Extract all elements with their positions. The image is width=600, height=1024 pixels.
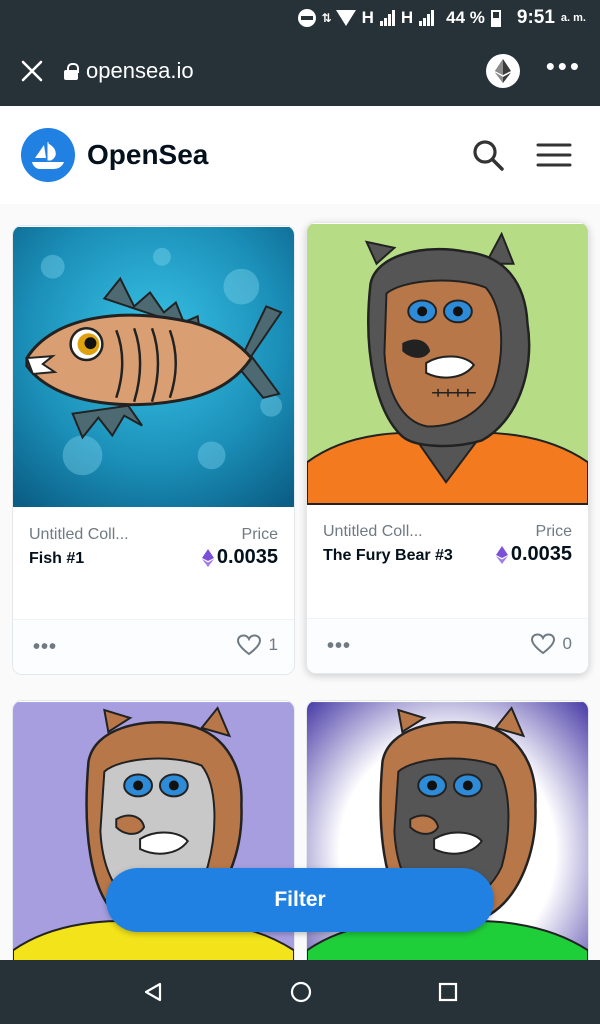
- more-icon[interactable]: •••: [546, 53, 582, 81]
- signal-icon-1: [379, 10, 395, 26]
- card-footer: ••• 0: [307, 618, 588, 673]
- back-icon[interactable]: [142, 981, 164, 1003]
- card-footer: ••• 1: [13, 619, 294, 674]
- nft-card[interactable]: Untitled Coll... The Fury Bear #3 Price …: [306, 222, 589, 674]
- nft-name[interactable]: Fish #1: [29, 550, 84, 568]
- heart-icon: [236, 634, 261, 656]
- battery-percent: 44 %: [446, 8, 485, 27]
- brand-name[interactable]: OpenSea: [87, 139, 468, 171]
- like-button[interactable]: 1: [236, 634, 278, 656]
- home-icon[interactable]: [289, 980, 313, 1004]
- wifi-icon: [335, 10, 356, 26]
- menu-icon[interactable]: [534, 135, 574, 175]
- collection-name[interactable]: Untitled Coll...: [29, 526, 129, 544]
- site-header: OpenSea: [0, 106, 600, 204]
- heart-icon: [530, 633, 555, 655]
- price-label: Price: [241, 526, 278, 543]
- close-icon[interactable]: [0, 36, 64, 106]
- nft-image-fury-bear[interactable]: [307, 223, 588, 505]
- collection-name[interactable]: Untitled Coll...: [323, 523, 423, 541]
- price-amount: 0.0035: [510, 543, 572, 565]
- more-icon[interactable]: •••: [327, 635, 351, 658]
- network-type-1: H: [361, 8, 374, 27]
- price-label: Price: [535, 523, 572, 540]
- signal-icon-2: [419, 10, 435, 26]
- opensea-logo-icon[interactable]: [21, 128, 75, 182]
- status-bar: ⇅ H H 44 % 9:51 a. m.: [0, 0, 600, 36]
- nft-grid: Untitled Coll... Fish #1 Price 0.0035 ••…: [0, 204, 600, 960]
- network-type-2: H: [400, 8, 414, 27]
- ethereum-icon: [201, 548, 214, 567]
- data-arrows-icon: ⇅: [321, 11, 332, 25]
- ethereum-icon: [495, 545, 508, 564]
- lock-icon: [64, 63, 79, 80]
- like-button[interactable]: 0: [530, 633, 572, 655]
- system-nav-bar: [0, 960, 600, 1024]
- price-value: 0.0035: [495, 543, 572, 566]
- clock-ampm: a. m.: [560, 12, 586, 24]
- do-not-disturb-icon: [297, 9, 316, 27]
- battery-icon: [490, 9, 501, 27]
- nft-image-fish[interactable]: [13, 226, 294, 508]
- url-text[interactable]: opensea.io: [86, 58, 486, 84]
- ethereum-icon[interactable]: [485, 54, 520, 88]
- like-count: 0: [562, 634, 572, 653]
- browser-toolbar: opensea.io •••: [0, 36, 600, 106]
- search-icon[interactable]: [468, 135, 508, 175]
- nft-card[interactable]: Untitled Coll... Fish #1 Price 0.0035 ••…: [12, 225, 295, 675]
- clock: 9:51: [516, 7, 555, 28]
- like-count: 1: [268, 635, 278, 654]
- price-amount: 0.0035: [216, 546, 278, 568]
- nft-name[interactable]: The Fury Bear #3: [323, 547, 453, 565]
- price-value: 0.0035: [201, 546, 278, 569]
- more-icon[interactable]: •••: [33, 636, 57, 659]
- filter-button[interactable]: Filter: [106, 868, 494, 932]
- recents-icon[interactable]: [438, 982, 458, 1002]
